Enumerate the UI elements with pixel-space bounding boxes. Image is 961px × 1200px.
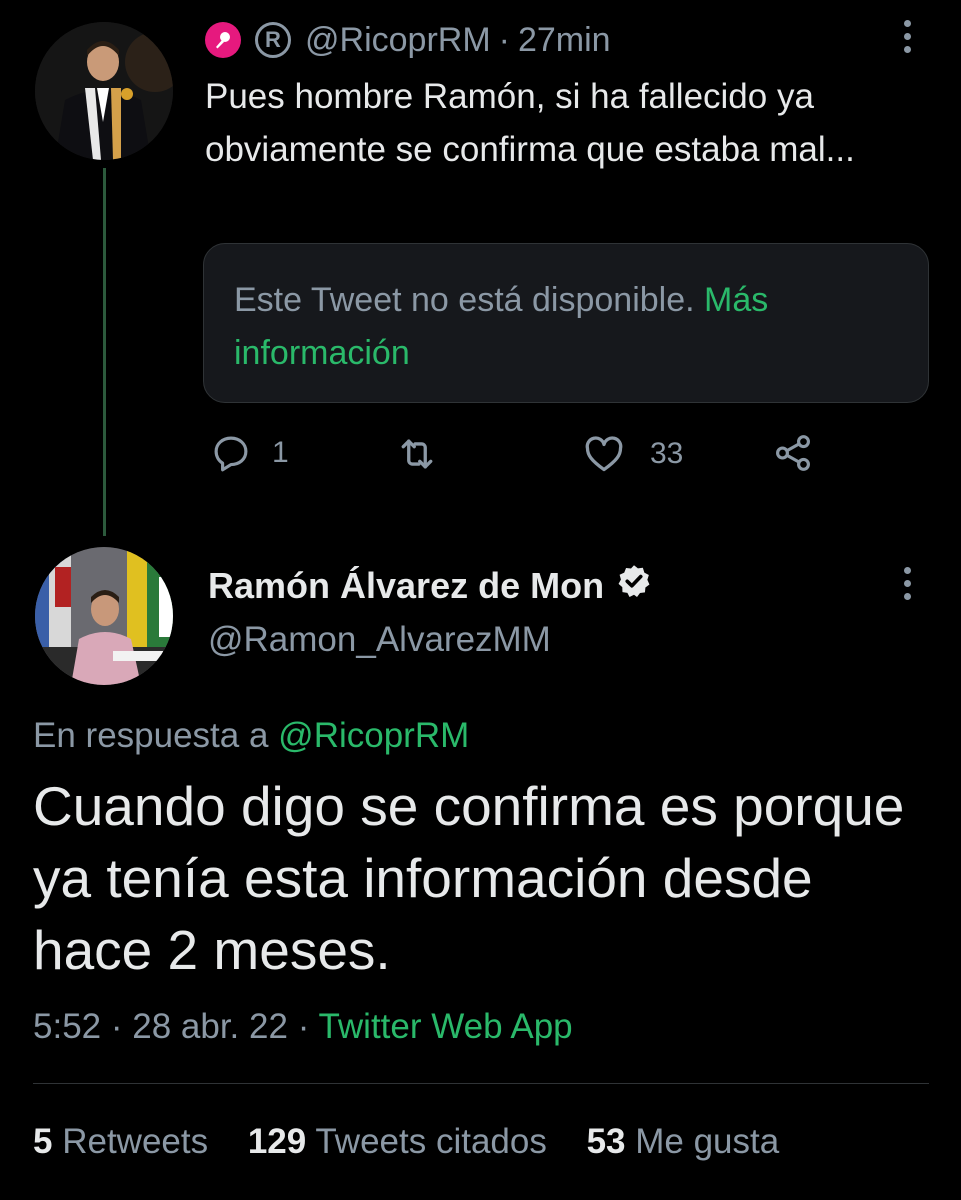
author-name-row: Ramón Álvarez de Mon	[208, 563, 652, 608]
verified-badge-icon	[616, 563, 652, 608]
retweets-stat[interactable]: 5 Retweets	[33, 1122, 208, 1161]
in-reply-to: En respuesta a @RicoprRM	[33, 716, 469, 756]
in-reply-handle[interactable]: @RicoprRM	[278, 716, 469, 755]
quotes-count: 129	[247, 1122, 307, 1161]
avatar[interactable]	[35, 22, 173, 160]
tweet-date[interactable]: 28 abr. 22	[132, 1007, 288, 1046]
in-reply-prefix: En respuesta a	[33, 716, 269, 755]
like-count: 33	[650, 437, 684, 470]
share-icon[interactable]	[772, 432, 814, 474]
quotes-label: Tweets citados	[315, 1122, 547, 1161]
likes-stat[interactable]: 53 Me gusta	[587, 1122, 780, 1161]
tweet-meta: 5:52 · 28 abr. 22 · Twitter Web App	[33, 1007, 573, 1047]
reply-action[interactable]: 1	[210, 432, 289, 474]
display-name[interactable]: Ramón Álvarez de Mon	[208, 565, 604, 607]
r-badge-icon: R	[255, 22, 291, 58]
retweet-icon[interactable]	[395, 432, 439, 476]
like-action[interactable]: 33	[582, 432, 683, 476]
quotes-stat[interactable]: 129 Tweets citados	[248, 1122, 547, 1161]
reply-count: 1	[272, 436, 289, 469]
more-options-icon[interactable]	[901, 567, 913, 600]
meta-separator: ·	[297, 1007, 310, 1046]
tweet-actions: 1 33	[205, 432, 885, 482]
main-tweet-text: Cuando digo se confirma es porque ya ten…	[33, 775, 905, 981]
microphone-badge-icon	[205, 22, 241, 58]
share-action[interactable]	[772, 432, 814, 474]
header-separator: ·	[498, 20, 510, 59]
more-options-icon[interactable]	[901, 20, 913, 53]
reply-icon[interactable]	[210, 432, 252, 474]
meta-separator: ·	[110, 1007, 123, 1046]
unavailable-tweet-card: Este Tweet no está disponible. Más infor…	[203, 243, 929, 403]
likes-count: 53	[586, 1122, 626, 1161]
retweets-count: 5	[33, 1122, 53, 1161]
reply-time[interactable]: 27min	[518, 21, 611, 60]
avatar[interactable]	[35, 547, 173, 685]
engagement-stats: 5 Retweets 129 Tweets citados 53 Me gust…	[33, 1122, 809, 1162]
tweet-source[interactable]: Twitter Web App	[318, 1007, 572, 1046]
divider	[33, 1083, 929, 1084]
retweets-label: Retweets	[62, 1122, 209, 1161]
author-handle[interactable]: @Ramon_AlvarezMM	[208, 620, 551, 660]
likes-label: Me gusta	[635, 1122, 780, 1161]
unavailable-notice: Este Tweet no está disponible.	[234, 281, 695, 319]
tweet-time[interactable]: 5:52	[33, 1007, 101, 1046]
reply-handle[interactable]: @RicoprRM	[305, 21, 491, 60]
reply-tweet-header: R @RicoprRM · 27min	[205, 18, 611, 62]
thread-connector-line	[103, 168, 106, 536]
like-icon[interactable]	[582, 432, 626, 476]
retweet-action[interactable]	[395, 432, 439, 476]
reply-tweet-text: Pues hombre Ramón, si ha fallecido ya ob…	[205, 77, 855, 169]
